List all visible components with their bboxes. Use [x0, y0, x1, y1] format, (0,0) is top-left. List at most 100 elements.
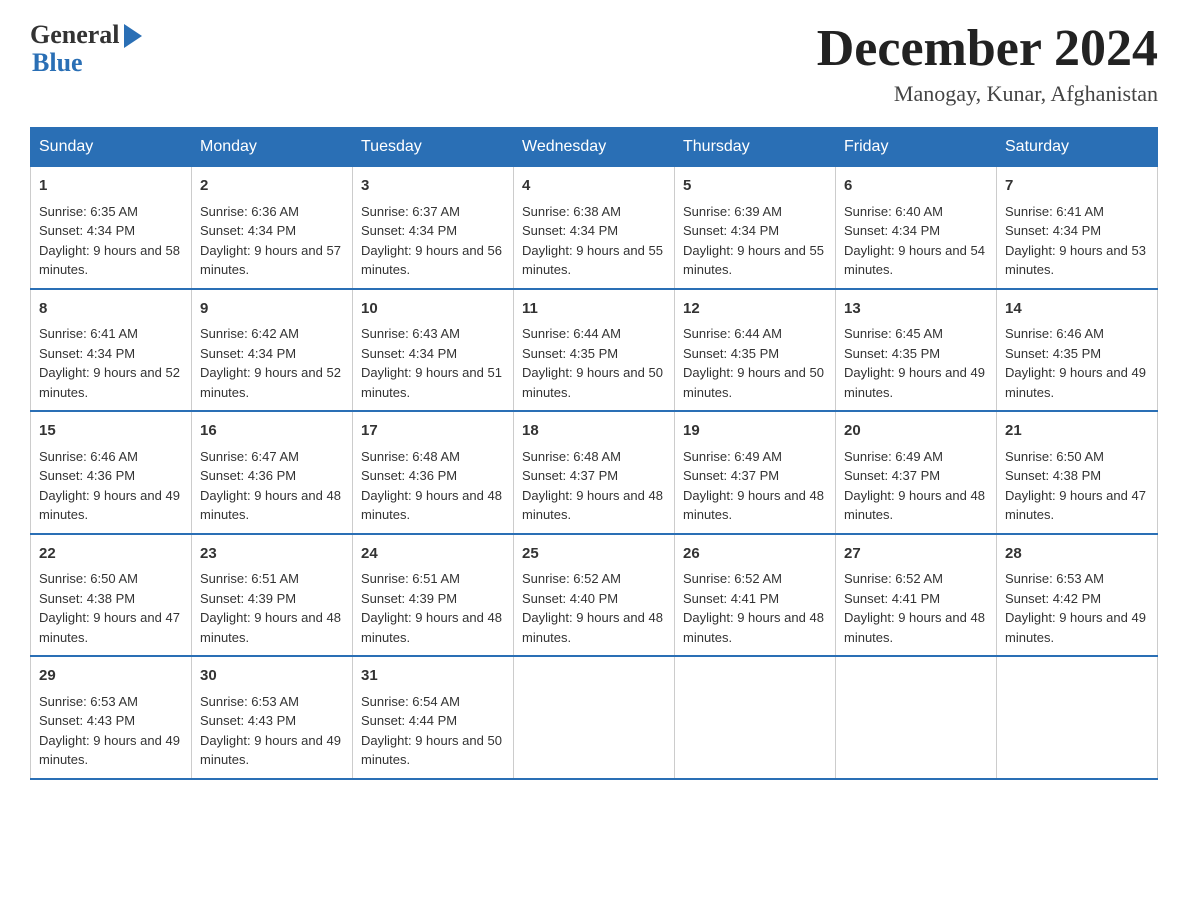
calendar-table: SundayMondayTuesdayWednesdayThursdayFrid… — [30, 127, 1158, 780]
day-info: Sunrise: 6:44 AMSunset: 4:35 PMDaylight:… — [683, 326, 824, 400]
calendar-cell: 14 Sunrise: 6:46 AMSunset: 4:35 PMDayligh… — [997, 289, 1158, 412]
calendar-cell: 7 Sunrise: 6:41 AMSunset: 4:34 PMDaylight… — [997, 167, 1158, 289]
logo: General Blue — [30, 20, 142, 78]
calendar-week-row: 15 Sunrise: 6:46 AMSunset: 4:36 PMDayligh… — [31, 411, 1158, 534]
calendar-cell: 19 Sunrise: 6:49 AMSunset: 4:37 PMDayligh… — [675, 411, 836, 534]
day-number: 23 — [200, 543, 344, 566]
day-number: 2 — [200, 175, 344, 198]
day-info: Sunrise: 6:41 AMSunset: 4:34 PMDaylight:… — [1005, 204, 1146, 278]
day-info: Sunrise: 6:35 AMSunset: 4:34 PMDaylight:… — [39, 204, 180, 278]
day-info: Sunrise: 6:50 AMSunset: 4:38 PMDaylight:… — [1005, 449, 1146, 523]
calendar-cell: 22 Sunrise: 6:50 AMSunset: 4:38 PMDayligh… — [31, 534, 192, 657]
day-number: 10 — [361, 298, 505, 321]
header-day-thursday: Thursday — [675, 128, 836, 167]
calendar-week-row: 1 Sunrise: 6:35 AMSunset: 4:34 PMDaylight… — [31, 167, 1158, 289]
calendar-header-row: SundayMondayTuesdayWednesdayThursdayFrid… — [31, 128, 1158, 167]
day-number: 6 — [844, 175, 988, 198]
day-info: Sunrise: 6:48 AMSunset: 4:36 PMDaylight:… — [361, 449, 502, 523]
day-info: Sunrise: 6:53 AMSunset: 4:42 PMDaylight:… — [1005, 571, 1146, 645]
day-number: 26 — [683, 543, 827, 566]
calendar-cell: 21 Sunrise: 6:50 AMSunset: 4:38 PMDayligh… — [997, 411, 1158, 534]
calendar-week-row: 29 Sunrise: 6:53 AMSunset: 4:43 PMDayligh… — [31, 656, 1158, 779]
day-info: Sunrise: 6:50 AMSunset: 4:38 PMDaylight:… — [39, 571, 180, 645]
day-number: 22 — [39, 543, 183, 566]
day-number: 9 — [200, 298, 344, 321]
day-number: 16 — [200, 420, 344, 443]
calendar-cell: 10 Sunrise: 6:43 AMSunset: 4:34 PMDayligh… — [353, 289, 514, 412]
day-number: 24 — [361, 543, 505, 566]
calendar-cell: 30 Sunrise: 6:53 AMSunset: 4:43 PMDayligh… — [192, 656, 353, 779]
calendar-cell: 25Sunrise: 6:52 AMSunset: 4:40 PMDayligh… — [514, 534, 675, 657]
day-number: 18 — [522, 420, 666, 443]
calendar-cell: 9 Sunrise: 6:42 AMSunset: 4:34 PMDaylight… — [192, 289, 353, 412]
calendar-cell: 12 Sunrise: 6:44 AMSunset: 4:35 PMDayligh… — [675, 289, 836, 412]
day-info: Sunrise: 6:54 AMSunset: 4:44 PMDaylight:… — [361, 694, 502, 768]
day-info: Sunrise: 6:39 AMSunset: 4:34 PMDaylight:… — [683, 204, 824, 278]
day-number: 11 — [522, 298, 666, 321]
day-number: 12 — [683, 298, 827, 321]
calendar-cell: 6 Sunrise: 6:40 AMSunset: 4:34 PMDaylight… — [836, 167, 997, 289]
day-number: 14 — [1005, 298, 1149, 321]
day-info: Sunrise: 6:48 AMSunset: 4:37 PMDaylight:… — [522, 449, 663, 523]
day-number: 28 — [1005, 543, 1149, 566]
logo-blue-text: Blue — [30, 48, 83, 78]
header-day-saturday: Saturday — [997, 128, 1158, 167]
day-number: 17 — [361, 420, 505, 443]
calendar-cell: 28 Sunrise: 6:53 AMSunset: 4:42 PMDayligh… — [997, 534, 1158, 657]
header-day-wednesday: Wednesday — [514, 128, 675, 167]
logo-general-text: General — [30, 20, 120, 50]
calendar-cell: 11Sunrise: 6:44 AMSunset: 4:35 PMDayligh… — [514, 289, 675, 412]
day-info: Sunrise: 6:45 AMSunset: 4:35 PMDaylight:… — [844, 326, 985, 400]
day-number: 27 — [844, 543, 988, 566]
location-subtitle: Manogay, Kunar, Afghanistan — [817, 81, 1158, 107]
day-number: 15 — [39, 420, 183, 443]
day-info: Sunrise: 6:43 AMSunset: 4:34 PMDaylight:… — [361, 326, 502, 400]
day-info: Sunrise: 6:51 AMSunset: 4:39 PMDaylight:… — [361, 571, 502, 645]
calendar-cell: 29 Sunrise: 6:53 AMSunset: 4:43 PMDayligh… — [31, 656, 192, 779]
day-number: 30 — [200, 665, 344, 688]
header-day-monday: Monday — [192, 128, 353, 167]
calendar-cell: 2 Sunrise: 6:36 AMSunset: 4:34 PMDaylight… — [192, 167, 353, 289]
logo-arrow-icon — [124, 24, 142, 48]
day-number: 29 — [39, 665, 183, 688]
calendar-cell: 17 Sunrise: 6:48 AMSunset: 4:36 PMDayligh… — [353, 411, 514, 534]
calendar-week-row: 22 Sunrise: 6:50 AMSunset: 4:38 PMDayligh… — [31, 534, 1158, 657]
day-number: 7 — [1005, 175, 1149, 198]
day-info: Sunrise: 6:36 AMSunset: 4:34 PMDaylight:… — [200, 204, 341, 278]
header-day-tuesday: Tuesday — [353, 128, 514, 167]
calendar-cell: 8Sunrise: 6:41 AMSunset: 4:34 PMDaylight… — [31, 289, 192, 412]
day-number: 20 — [844, 420, 988, 443]
calendar-cell: 5 Sunrise: 6:39 AMSunset: 4:34 PMDaylight… — [675, 167, 836, 289]
day-info: Sunrise: 6:52 AMSunset: 4:40 PMDaylight:… — [522, 571, 663, 645]
day-info: Sunrise: 6:53 AMSunset: 4:43 PMDaylight:… — [200, 694, 341, 768]
day-number: 8 — [39, 298, 183, 321]
day-info: Sunrise: 6:52 AMSunset: 4:41 PMDaylight:… — [844, 571, 985, 645]
calendar-cell: 23Sunrise: 6:51 AMSunset: 4:39 PMDayligh… — [192, 534, 353, 657]
day-info: Sunrise: 6:40 AMSunset: 4:34 PMDaylight:… — [844, 204, 985, 278]
calendar-cell: 13Sunrise: 6:45 AMSunset: 4:35 PMDayligh… — [836, 289, 997, 412]
calendar-week-row: 8Sunrise: 6:41 AMSunset: 4:34 PMDaylight… — [31, 289, 1158, 412]
day-number: 5 — [683, 175, 827, 198]
day-number: 19 — [683, 420, 827, 443]
day-number: 1 — [39, 175, 183, 198]
day-number: 21 — [1005, 420, 1149, 443]
calendar-cell: 1 Sunrise: 6:35 AMSunset: 4:34 PMDaylight… — [31, 167, 192, 289]
calendar-cell: 16Sunrise: 6:47 AMSunset: 4:36 PMDayligh… — [192, 411, 353, 534]
page-header: General Blue December 2024 Manogay, Kuna… — [30, 20, 1158, 107]
calendar-cell — [675, 656, 836, 779]
day-info: Sunrise: 6:49 AMSunset: 4:37 PMDaylight:… — [844, 449, 985, 523]
title-block: December 2024 Manogay, Kunar, Afghanista… — [817, 20, 1158, 107]
header-day-sunday: Sunday — [31, 128, 192, 167]
calendar-cell: 4Sunrise: 6:38 AMSunset: 4:34 PMDaylight… — [514, 167, 675, 289]
day-info: Sunrise: 6:46 AMSunset: 4:35 PMDaylight:… — [1005, 326, 1146, 400]
day-info: Sunrise: 6:37 AMSunset: 4:34 PMDaylight:… — [361, 204, 502, 278]
day-info: Sunrise: 6:46 AMSunset: 4:36 PMDaylight:… — [39, 449, 180, 523]
calendar-cell — [997, 656, 1158, 779]
day-number: 4 — [522, 175, 666, 198]
calendar-cell — [836, 656, 997, 779]
day-info: Sunrise: 6:42 AMSunset: 4:34 PMDaylight:… — [200, 326, 341, 400]
day-info: Sunrise: 6:53 AMSunset: 4:43 PMDaylight:… — [39, 694, 180, 768]
calendar-cell — [514, 656, 675, 779]
day-info: Sunrise: 6:49 AMSunset: 4:37 PMDaylight:… — [683, 449, 824, 523]
day-number: 3 — [361, 175, 505, 198]
